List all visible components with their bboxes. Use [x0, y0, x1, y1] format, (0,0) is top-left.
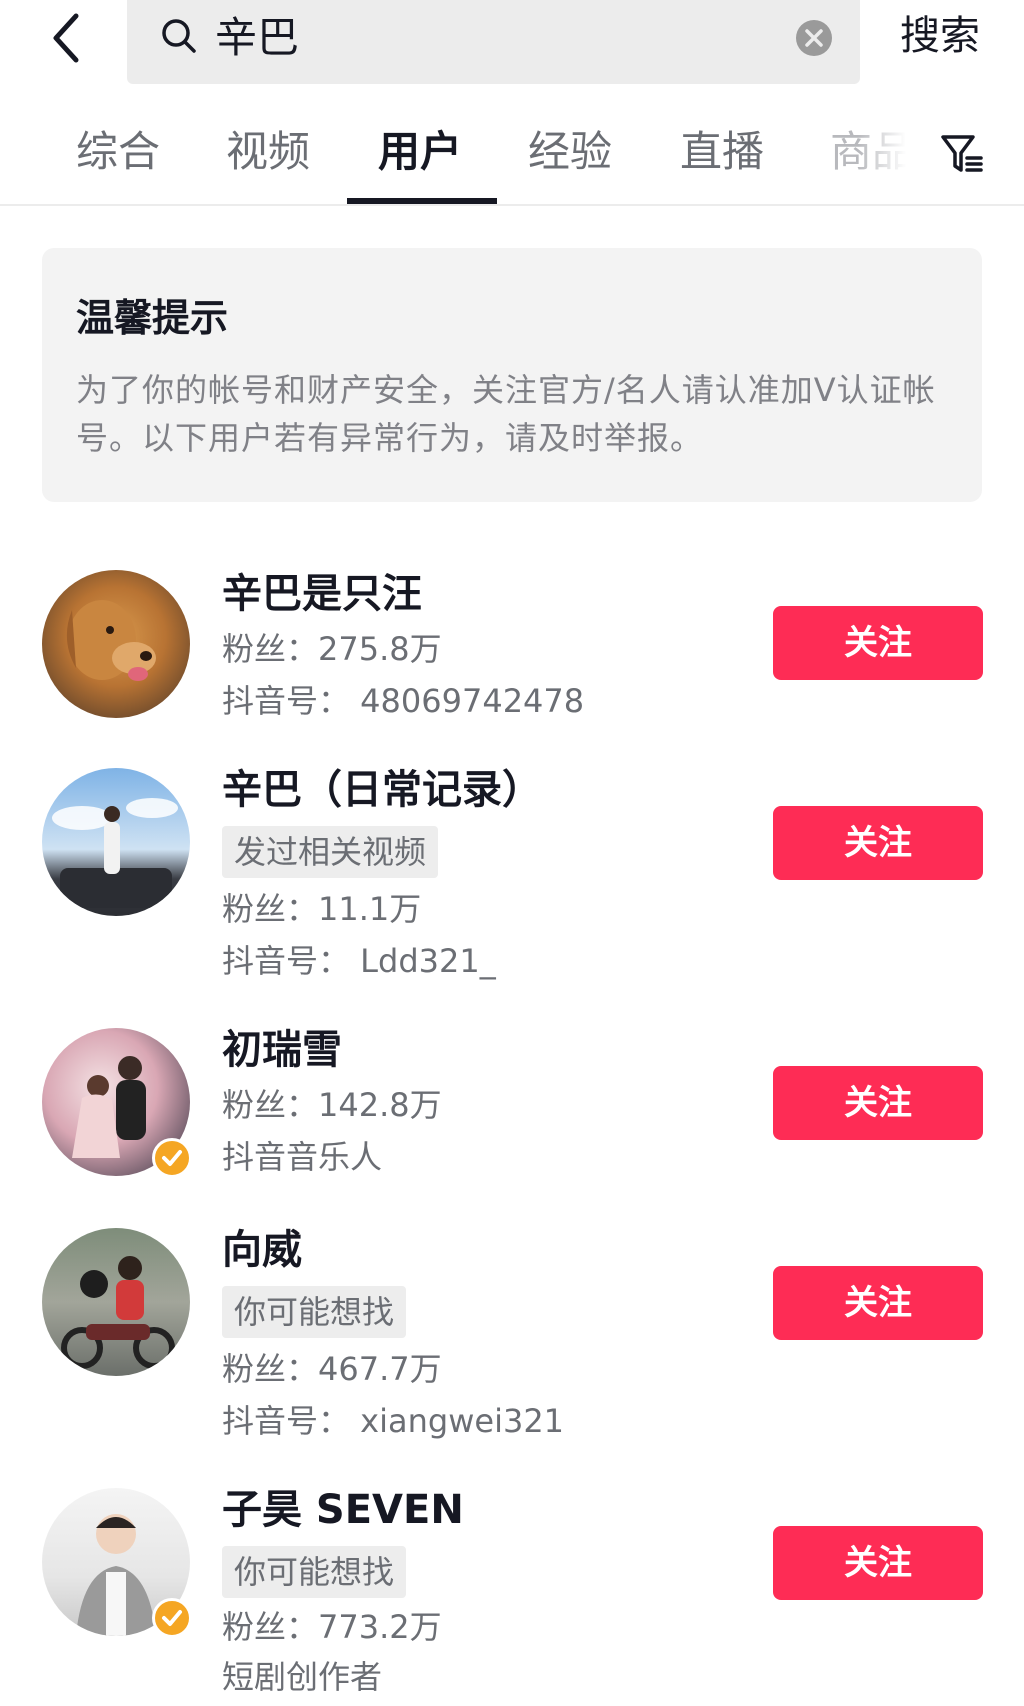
tab-videos[interactable]: 视频	[226, 124, 310, 180]
user-row[interactable]: 初瑞雪 粉丝：142.8万 抖音音乐人 关注	[0, 1022, 1024, 1202]
tab-fade	[858, 120, 918, 190]
back-icon[interactable]	[44, 6, 94, 70]
search-icon	[159, 16, 199, 56]
tab-comprehensive[interactable]: 综合	[76, 124, 160, 180]
search-button[interactable]: 搜索	[900, 8, 980, 64]
user-title: 短剧创作者	[222, 1658, 383, 1696]
user-name[interactable]: 辛巴是只汪	[222, 568, 422, 620]
user-tag: 你可能想找	[222, 1546, 407, 1598]
clear-icon[interactable]	[794, 18, 834, 58]
user-title: 抖音音乐人	[222, 1138, 383, 1176]
follow-button[interactable]: 关注	[773, 1066, 983, 1140]
user-id: 抖音号： Ldd321_	[222, 942, 496, 980]
user-fans: 粉丝：11.1万	[222, 890, 422, 928]
user-tag: 发过相关视频	[222, 826, 439, 878]
tab-live[interactable]: 直播	[680, 124, 764, 180]
tab-users[interactable]: 用户	[378, 124, 462, 180]
avatar[interactable]	[42, 768, 190, 916]
filter-icon[interactable]	[940, 132, 984, 176]
notice-body: 为了你的帐号和财产安全，关注官方/名人请认准加V认证帐号。以下用户若有异常行为，…	[76, 371, 936, 457]
safety-notice: 温馨提示 为了你的帐号和财产安全，关注官方/名人请认准加V认证帐号。以下用户若有…	[42, 248, 982, 502]
verified-badge-icon	[152, 1598, 192, 1638]
follow-button[interactable]: 关注	[773, 1266, 983, 1340]
user-tag: 你可能想找	[222, 1286, 407, 1338]
user-id: 抖音号： 48069742478	[222, 682, 585, 720]
user-name[interactable]: 子昊 SEVEN	[222, 1484, 464, 1536]
top-bar: 辛巴 搜索	[0, 0, 1024, 96]
follow-button[interactable]: 关注	[773, 606, 983, 680]
follow-button[interactable]: 关注	[773, 806, 983, 880]
follow-button[interactable]: 关注	[773, 1526, 983, 1600]
notice-title: 温馨提示	[76, 296, 229, 340]
user-fans: 粉丝：773.2万	[222, 1608, 442, 1646]
avatar[interactable]	[42, 1228, 190, 1376]
user-row[interactable]: 辛巴是只汪 粉丝：275.8万 抖音号： 48069742478 关注	[0, 564, 1024, 744]
user-id: 抖音号： xiangwei321	[222, 1402, 565, 1440]
tab-experience[interactable]: 经验	[528, 124, 612, 180]
search-bar[interactable]: 辛巴	[127, 0, 860, 84]
user-row[interactable]: 辛巴（日常记录） 发过相关视频 粉丝：11.1万 抖音号： Ldd321_ 关注	[0, 762, 1024, 1002]
search-input[interactable]: 辛巴	[215, 10, 299, 66]
user-row[interactable]: 子昊 SEVEN 你可能想找 粉丝：773.2万 短剧创作者 关注	[0, 1482, 1024, 1706]
user-fans: 粉丝：467.7万	[222, 1350, 442, 1388]
user-name[interactable]: 辛巴（日常记录）	[222, 764, 542, 816]
user-row[interactable]: 向威 你可能想找 粉丝：467.7万 抖音号： xiangwei321 关注	[0, 1222, 1024, 1462]
avatar[interactable]	[42, 570, 190, 718]
user-fans: 粉丝：142.8万	[222, 1086, 442, 1124]
verified-badge-icon	[152, 1138, 192, 1178]
user-name[interactable]: 初瑞雪	[222, 1024, 342, 1076]
active-tab-indicator	[347, 198, 497, 204]
category-tabs: 综合 视频 用户 经验 直播 商品	[0, 110, 1024, 206]
user-name[interactable]: 向威	[222, 1224, 302, 1276]
user-fans: 粉丝：275.8万	[222, 630, 442, 668]
